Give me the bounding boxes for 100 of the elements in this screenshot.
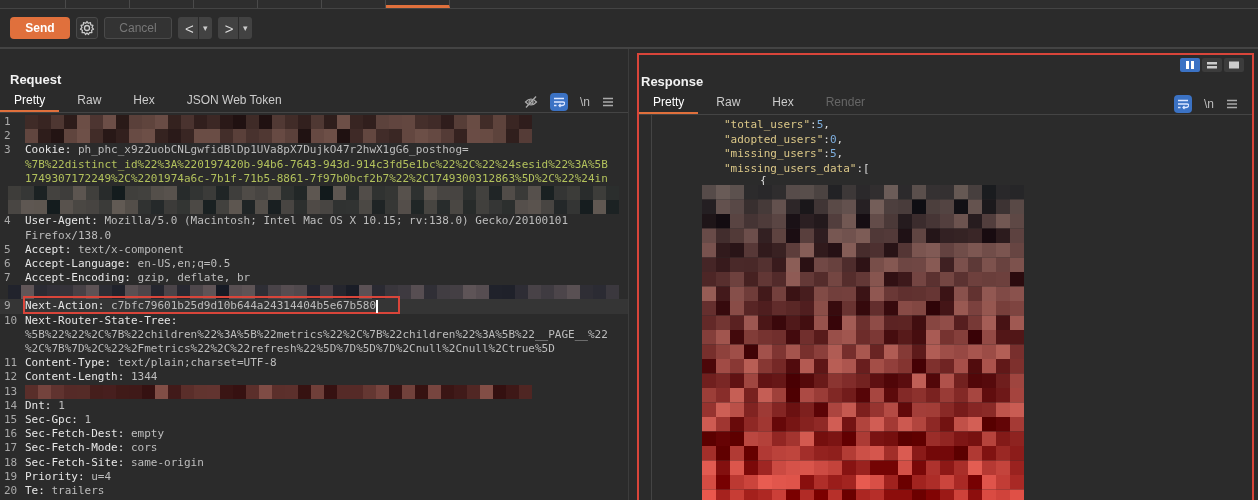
header-name: Te:: [25, 483, 45, 497]
line-number: 3: [4, 143, 11, 157]
word-wrap-button[interactable]: [1174, 94, 1192, 113]
line-number: 20: [4, 483, 18, 497]
eye-slash-icon: [524, 94, 538, 109]
line-number: 4: [4, 214, 11, 228]
settings-icon: [79, 20, 95, 36]
line-number: 10: [4, 313, 18, 327]
json-key: "total_users": [724, 118, 811, 133]
header-name: Sec-Fetch-Mode:: [25, 441, 125, 455]
layout-button[interactable]: [1224, 58, 1244, 72]
header-name: User-Agent:: [25, 214, 98, 228]
header-value: u=4: [91, 469, 112, 483]
line-number: 17: [4, 441, 18, 455]
header-value: c7bfc79601b25d9d10b644a24314404b5e67b580: [111, 299, 376, 313]
header-value: 1: [58, 398, 65, 412]
header-name: Sec-Gpc:: [25, 412, 78, 426]
dropdown-button[interactable]: ▾: [237, 17, 252, 39]
colon: :: [823, 147, 830, 162]
line-number: 7: [4, 271, 11, 285]
line-number: 11: [4, 356, 18, 370]
json-key: "adopted_users": [724, 132, 824, 147]
line-number: 18: [4, 455, 18, 469]
header-name: Cookie:: [25, 143, 72, 157]
line-number: 6: [4, 256, 11, 270]
line-number: 14: [4, 398, 18, 412]
header-value: 1749307172249%2C%2201974a6c-7b1f-71b5-8861-7f97b0bcf2b7%22%2C1749300312863%5D%2C%22%24in: [25, 171, 608, 185]
header-name: Dnt:: [25, 398, 52, 412]
header-value: %7B%22distinct_id%22%3A%220197420b-94b6-7643-943d-914c3fd5e1bc%22%2C%22%24sesid%22%3A%5B: [25, 157, 608, 171]
layout-button[interactable]: [1202, 58, 1222, 72]
tab[interactable]: Raw: [702, 93, 755, 114]
tab[interactable]: [386, 0, 450, 8]
header-value: cors: [130, 441, 158, 455]
header-name: Sec-Fetch-Site:: [25, 455, 125, 469]
line-number: 5: [4, 242, 11, 256]
panel-title: Response: [640, 73, 705, 91]
header-value: same-origin: [130, 455, 204, 469]
line-number: 1: [4, 115, 11, 128]
header-value: gzip, deflate, br: [137, 271, 251, 285]
line-number: 19: [4, 469, 18, 483]
header-value: trailers: [51, 483, 105, 497]
header-value: 1344: [130, 370, 158, 384]
header-name: Next-Router-State-Tree:: [25, 313, 178, 327]
menu-icon: [1226, 97, 1238, 110]
colon: :: [823, 132, 830, 147]
header-name: Accept-Language:: [25, 256, 131, 270]
line-number: 9: [4, 299, 11, 313]
comma: ,: [823, 118, 830, 133]
settings-button[interactable]: [76, 17, 98, 39]
header-value: en-US,en;q=0.5: [137, 256, 231, 270]
header-name: Content-Type:: [25, 356, 112, 370]
line-number: 12: [4, 370, 18, 384]
rows-icon: [1205, 59, 1219, 71]
columns-icon: [1183, 59, 1197, 71]
back-button[interactable]: <: [178, 17, 198, 39]
wrap-icon: [1177, 97, 1189, 110]
header-name: Content-Length:: [25, 370, 125, 384]
header-value: ph_phc_x9z2uobCNLgwfidBlDp1UVa8pX7DujkO47r2hwX1gG6_posthog=: [78, 143, 469, 157]
colon: :: [856, 161, 864, 176]
header-value: %5B%22%22%2C%7B%22children%22%3A%5B%22metrics%22%2C%7B%22children%22%3A%5B%22__PAGE__%22: [25, 327, 608, 341]
header-name: Next-Action:: [25, 299, 105, 313]
json-value: 0: [829, 132, 837, 147]
newline-button[interactable]: \n: [1204, 96, 1214, 111]
comma: ,: [836, 147, 844, 162]
tab[interactable]: JSON Web Token: [172, 91, 296, 112]
line-number: 16: [4, 427, 18, 441]
json-value: 5: [816, 118, 824, 133]
header-value: 1: [84, 412, 92, 426]
tab[interactable]: Hex: [758, 93, 808, 114]
tab[interactable]: Pretty: [639, 93, 699, 114]
header-name: Accept-Encoding:: [25, 271, 131, 285]
tab[interactable]: Hex: [119, 91, 169, 112]
tab[interactable]: Pretty: [0, 91, 60, 112]
header-value: Firefox/138.0: [25, 228, 112, 242]
line-number: 15: [4, 412, 18, 426]
bracket: [: [863, 161, 870, 176]
single-pane-icon: [1227, 59, 1241, 71]
forward-button[interactable]: >: [217, 17, 238, 39]
header-name: Accept:: [25, 242, 72, 256]
header-name: Priority:: [25, 469, 85, 483]
colon: :: [810, 118, 817, 133]
json-key: "missing_users_data": [724, 161, 857, 176]
newline-button[interactable]: \n: [580, 94, 590, 109]
header-value: text/plain;charset=UTF-8: [117, 356, 277, 370]
line-number: 13: [4, 384, 18, 398]
header-value: empty: [130, 427, 165, 441]
wrap-icon: [553, 95, 565, 108]
panel-title: Request: [9, 71, 63, 89]
tab[interactable]: Raw: [63, 91, 116, 112]
dropdown-button[interactable]: ▾: [197, 17, 212, 39]
line-number: 2: [4, 129, 11, 143]
comma: ,: [836, 132, 844, 147]
header-name: Sec-Fetch-Dest:: [25, 427, 125, 441]
json-value: 5: [829, 147, 837, 162]
word-wrap-button[interactable]: [550, 92, 568, 111]
layout-button[interactable]: [1180, 58, 1200, 72]
json-key: "missing_users": [724, 147, 824, 162]
header-value: text/x-component: [78, 242, 184, 256]
header-value: Mozilla/5.0 (Macintosh; Intel Mac OS X 10.15; rv:138.0) Gecko/20100101: [104, 214, 569, 228]
header-value: %2C%7B%7D%2C%22%2Fmetrics%22%2C%22refresh%22%5D%7D%5D%7D%2Cnull%2Cnull%2Ctrue%5D: [25, 342, 555, 355]
